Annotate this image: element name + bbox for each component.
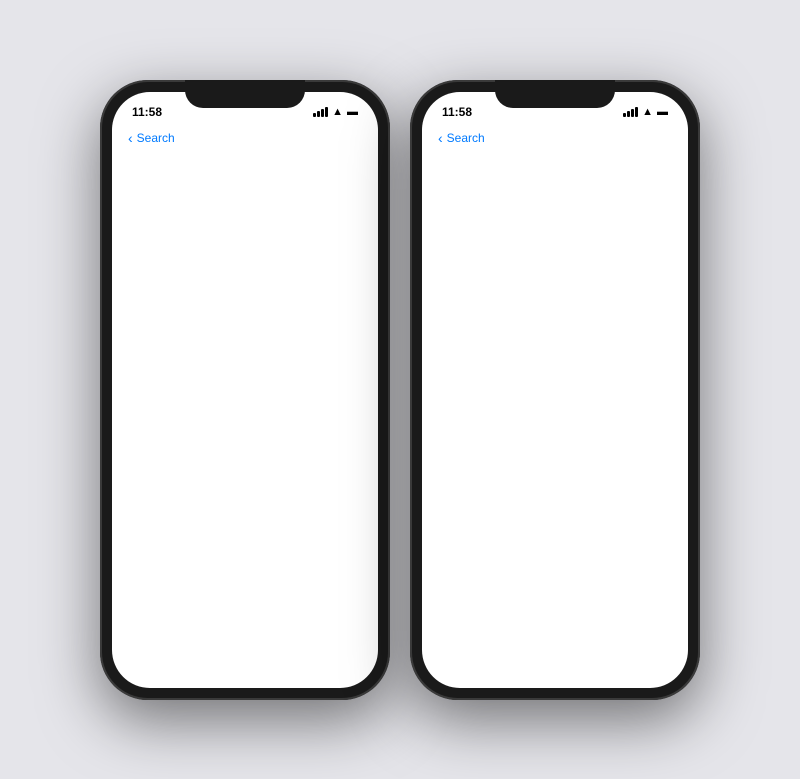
battery-icon-right: ▬ xyxy=(657,106,668,118)
phone-right: 11:58 ▲ ▬ ‹ Search xyxy=(410,80,700,700)
screen-right: 11:58 ▲ ▬ ‹ Search xyxy=(422,92,688,688)
back-arrow-right: ‹ xyxy=(438,130,443,146)
nav-back-label-right: Search xyxy=(447,131,485,145)
signal-icon-right xyxy=(623,107,638,117)
notch-right xyxy=(495,80,615,108)
battery-icon-left: ▬ xyxy=(347,106,358,118)
notch-left xyxy=(185,80,305,108)
wifi-icon-right: ▲ xyxy=(642,106,653,118)
wifi-icon-left: ▲ xyxy=(332,106,343,118)
nav-bar-right: ‹ Search xyxy=(422,128,688,152)
nav-back-label-left: Search xyxy=(137,131,175,145)
screen-left: 11:58 ▲ ▬ ‹ Search xyxy=(112,92,378,688)
signal-icon-left xyxy=(313,107,328,117)
nav-bar-left: ‹ Search xyxy=(112,128,378,152)
time-right: 11:58 xyxy=(442,105,472,119)
time-left: 11:58 xyxy=(132,105,162,119)
status-icons-right: ▲ ▬ xyxy=(623,106,668,118)
back-arrow-left: ‹ xyxy=(128,130,133,146)
phone-left: 11:58 ▲ ▬ ‹ Search xyxy=(100,80,390,700)
status-icons-left: ▲ ▬ xyxy=(313,106,358,118)
